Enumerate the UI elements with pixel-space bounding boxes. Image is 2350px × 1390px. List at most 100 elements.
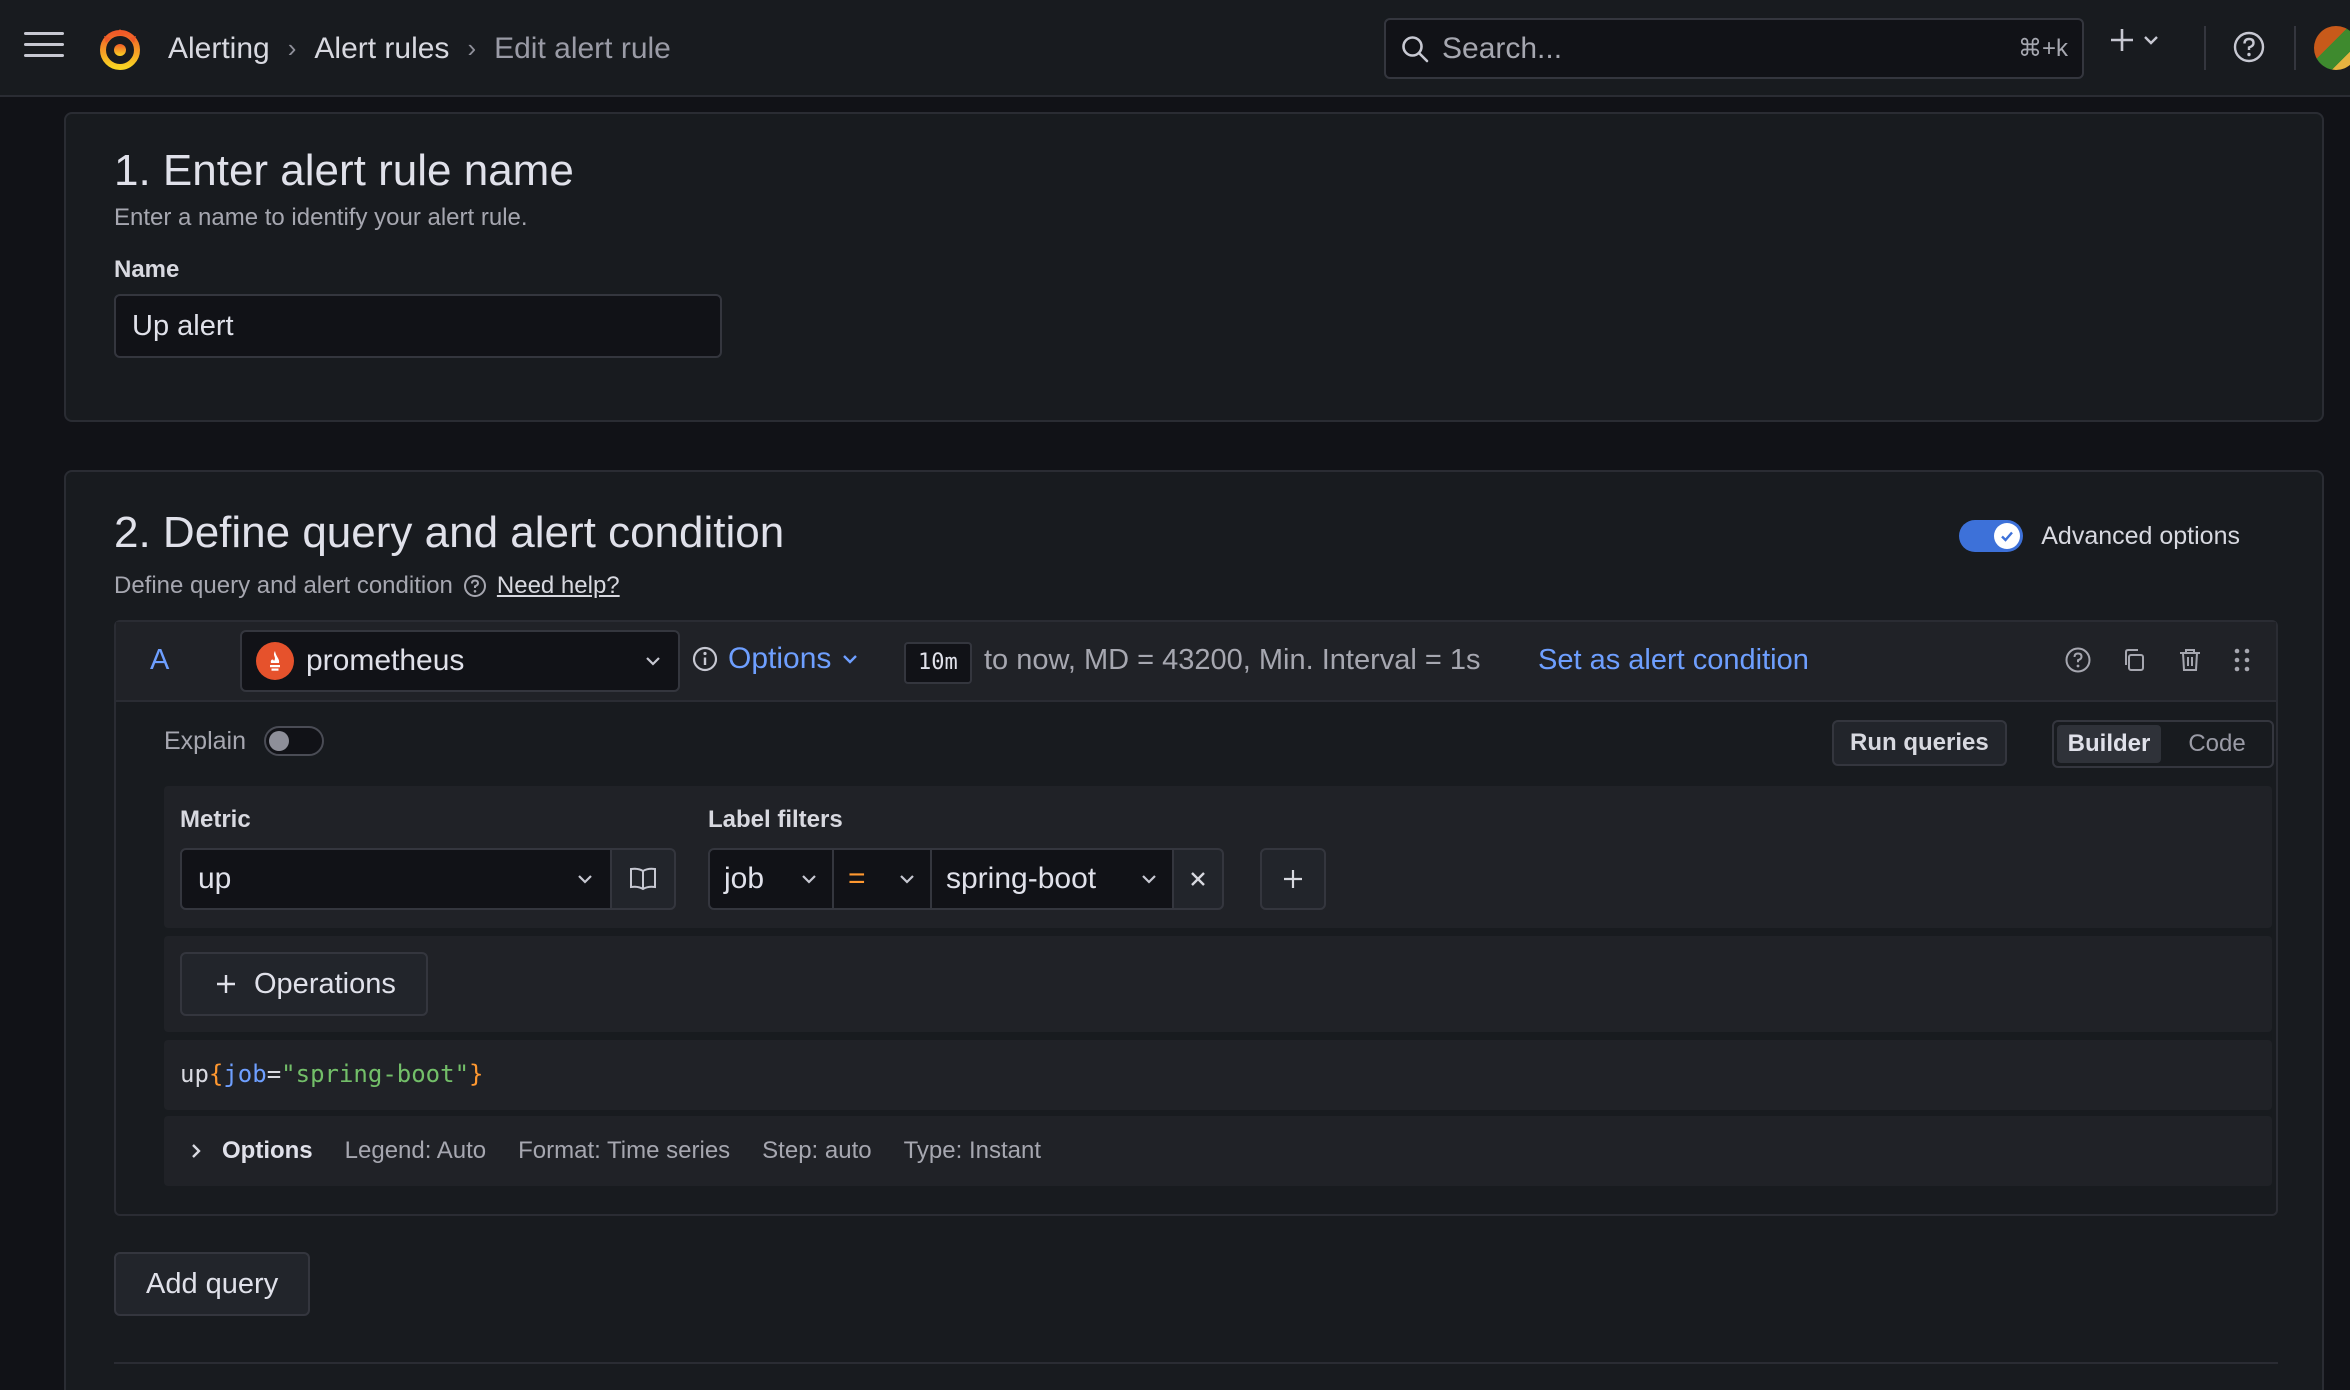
- toggle-switch-on[interactable]: [1959, 520, 2024, 552]
- section1-description: Enter a name to identify your alert rule…: [114, 204, 528, 231]
- set-alert-condition-button[interactable]: Set as alert condition: [1538, 644, 1809, 677]
- trash-icon[interactable]: [2176, 646, 2204, 674]
- name-input[interactable]: Up alert: [114, 294, 722, 358]
- divider: [2204, 26, 2206, 70]
- need-help-link[interactable]: Need help?: [497, 572, 620, 600]
- toggle-knob: [269, 731, 289, 751]
- divider: [2294, 26, 2296, 70]
- section-query-and-condition: 2. Define query and alert condition Adva…: [64, 470, 2324, 1390]
- chevron-down-icon: [2142, 34, 2160, 46]
- promql-close-brace: }: [469, 1060, 484, 1088]
- explain-toggle-row: Explain: [164, 726, 324, 756]
- datasource-picker[interactable]: prometheus: [240, 630, 680, 692]
- chevron-down-icon: [841, 653, 859, 665]
- breadcrumb-alerting[interactable]: Alerting: [168, 32, 270, 66]
- plus-icon: [1281, 867, 1305, 891]
- chevron-down-icon: [800, 873, 818, 885]
- chevron-right-icon: ›: [287, 33, 297, 63]
- close-icon: [1188, 869, 1208, 889]
- breadcrumb: Alerting › Alert rules › Edit alert rule: [168, 0, 671, 97]
- operations-label: Operations: [254, 967, 396, 1000]
- add-operation-button[interactable]: Operations: [180, 952, 428, 1016]
- metric-and-filters-row: Metric up Label filters job = spring-boo…: [164, 786, 2272, 928]
- options-type: Type: Instant: [903, 1137, 1042, 1164]
- search-icon: [1400, 34, 1430, 64]
- query-ref-id[interactable]: A: [150, 644, 169, 677]
- promql-open-brace: {: [208, 1060, 224, 1088]
- label-filter-value: spring-boot: [946, 862, 1097, 895]
- breadcrumb-alert-rules[interactable]: Alert rules: [314, 32, 449, 66]
- question-circle-icon: [463, 574, 487, 598]
- query-options-row[interactable]: Options Legend: Auto Format: Time series…: [164, 1116, 2272, 1186]
- search-shortcut: ⌘+k: [2017, 35, 2068, 62]
- builder-mode-tab[interactable]: Builder: [2057, 725, 2161, 763]
- section-alert-rule-name: 1. Enter alert rule name Enter a name to…: [64, 112, 2324, 422]
- section2-description: Define query and alert condition: [114, 572, 453, 599]
- editor-mode-switch: Builder Code: [2052, 720, 2274, 768]
- section2-title: 2. Define query and alert condition: [114, 508, 785, 557]
- options-step: Step: auto: [762, 1137, 872, 1164]
- query-editor-a: A prometheus Options 10m to now, MD = 43…: [114, 620, 2278, 1216]
- promql-key: job: [223, 1060, 267, 1088]
- section2-description-row: Define query and alert condition Need he…: [114, 572, 620, 600]
- query-actions: [2064, 646, 2252, 674]
- options-legend: Legend: Auto: [344, 1137, 487, 1164]
- promql-metric: up: [180, 1060, 209, 1088]
- chevron-right-icon: ›: [467, 33, 477, 63]
- grafana-logo-icon[interactable]: [96, 24, 144, 72]
- run-queries-button[interactable]: Run queries: [1832, 720, 2007, 766]
- datasource-name: prometheus: [306, 644, 465, 677]
- drag-handle-icon[interactable]: [2232, 646, 2252, 674]
- relative-time-chip: 10m: [904, 642, 972, 684]
- remove-label-filter-button[interactable]: [1172, 848, 1224, 910]
- new-button[interactable]: [2108, 26, 2160, 54]
- query-options-toggle[interactable]: Options: [692, 642, 859, 676]
- prometheus-icon: [256, 642, 294, 680]
- plus-icon: [214, 972, 238, 996]
- metrics-explorer-button[interactable]: [610, 848, 676, 910]
- promql-text: up{job="spring-boot"}: [180, 1060, 483, 1088]
- options-title: Options: [222, 1137, 313, 1164]
- operations-row: Operations: [164, 936, 2272, 1032]
- explain-toggle[interactable]: [264, 726, 324, 756]
- chevron-down-icon: [576, 873, 594, 885]
- query-options-label: Options: [728, 642, 832, 675]
- advanced-options-toggle[interactable]: Advanced options: [1959, 520, 2240, 552]
- metric-select[interactable]: up: [180, 848, 612, 910]
- search-input[interactable]: Search... ⌘+k: [1384, 18, 2084, 79]
- query-options-summary: Options Legend: Auto Format: Time series…: [188, 1116, 1073, 1186]
- query-interval-info: to now, MD = 43200, Min. Interval = 1s: [984, 644, 1481, 676]
- explain-label: Explain: [164, 726, 246, 755]
- label-filter-value-select[interactable]: spring-boot: [930, 848, 1174, 910]
- promql-preview: up{job="spring-boot"}: [164, 1040, 2272, 1110]
- label-filter-operator-select[interactable]: =: [832, 848, 932, 910]
- label-filter-key-select[interactable]: job: [708, 848, 834, 910]
- label-filter-key: job: [724, 862, 765, 895]
- duplicate-icon[interactable]: [2120, 646, 2148, 674]
- divider: [114, 1362, 2278, 1364]
- query-header: A prometheus Options 10m to now, MD = 43…: [116, 622, 2276, 702]
- metric-value: up: [198, 862, 232, 895]
- check-icon: [1994, 523, 2021, 549]
- help-icon[interactable]: [2232, 30, 2266, 64]
- book-icon: [628, 866, 658, 892]
- name-label: Name: [114, 256, 180, 283]
- code-mode-tab[interactable]: Code: [2165, 725, 2269, 763]
- plus-icon: [2108, 26, 2136, 54]
- chevron-down-icon: [644, 655, 662, 667]
- label-filters-label: Label filters: [708, 806, 843, 833]
- promql-value: "spring-boot": [281, 1060, 470, 1088]
- metric-label: Metric: [180, 806, 251, 833]
- search-placeholder: Search...: [1442, 31, 1563, 65]
- chevron-down-icon: [898, 873, 916, 885]
- add-label-filter-button[interactable]: [1260, 848, 1326, 910]
- breadcrumb-edit-alert-rule: Edit alert rule: [494, 31, 671, 65]
- chevron-down-icon: [1140, 873, 1158, 885]
- help-icon[interactable]: [2064, 646, 2092, 674]
- menu-icon[interactable]: [24, 30, 64, 60]
- add-query-button[interactable]: Add query: [114, 1252, 311, 1316]
- promql-equals: =: [266, 1060, 282, 1088]
- section1-title: 1. Enter alert rule name: [114, 146, 574, 195]
- top-navigation-bar: Alerting › Alert rules › Edit alert rule…: [0, 0, 2350, 97]
- avatar[interactable]: [2314, 26, 2350, 70]
